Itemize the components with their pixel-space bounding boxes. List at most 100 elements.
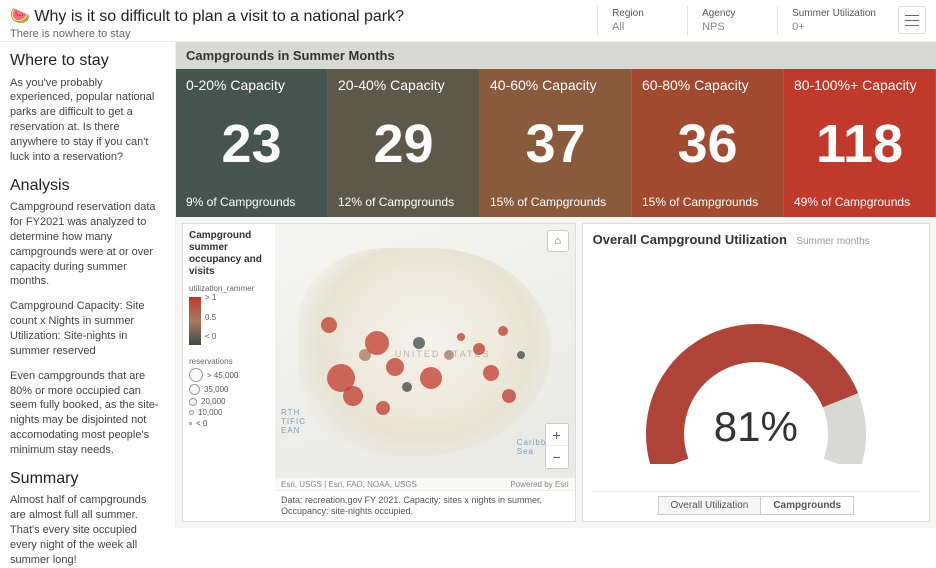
color-tick: 0.5 (205, 313, 216, 322)
capacity-tile[interactable]: 0-20% Capacity 23 9% of Campgrounds (176, 69, 328, 217)
body: Where to stay As you've probably experien… (0, 42, 936, 528)
map-point[interactable] (473, 343, 485, 355)
main-pane: Campgrounds in Summer Months 0-20% Capac… (176, 42, 936, 528)
header-bar: 🍉 Why is it so difficult to plan a visit… (0, 0, 936, 42)
gauge-title: Overall Campground Utilization (593, 232, 787, 247)
map-point[interactable] (365, 331, 389, 355)
gauge-tabs: Overall UtilizationCampgrounds (593, 491, 919, 521)
map-point[interactable] (502, 389, 516, 403)
size-tick: > 45,000 (207, 371, 238, 380)
title-block: 🍉 Why is it so difficult to plan a visit… (10, 6, 597, 40)
tile-count: 37 (490, 117, 621, 171)
color-tick: > 1 (205, 293, 216, 302)
bubble-icon (189, 368, 203, 382)
tile-share: 12% of Campgrounds (338, 195, 469, 209)
tile-count: 29 (338, 117, 469, 171)
size-legend-row: < 0 (189, 419, 269, 428)
color-legend: > 1 0.5 < 0 (189, 293, 269, 349)
filter-value: All (612, 21, 673, 33)
sidebar-paragraph: Almost half of campgrounds are almost fu… (10, 493, 165, 567)
zoom-in-button[interactable]: + (546, 424, 568, 446)
filter-agency[interactable]: Agency NPS (687, 6, 777, 35)
filter-label: Region (612, 8, 673, 19)
filter-utilization[interactable]: Summer Utilization 0+ (777, 6, 890, 35)
map-canvas[interactable]: UNITED STATES RTHTIFICEAN CaribbeanSea ⌂… (275, 224, 575, 521)
map-legend-title: Campground summer occupancy and visits (189, 230, 269, 278)
size-legend: > 45,000 35,000 20,000 10,000 < 0 (189, 368, 269, 428)
map-point[interactable] (321, 317, 337, 333)
map-point[interactable] (483, 365, 499, 381)
tile-share: 15% of Campgrounds (490, 195, 621, 209)
map-panel: Campground summer occupancy and visits u… (182, 223, 576, 522)
map-point[interactable] (413, 337, 425, 349)
map-point[interactable] (517, 351, 525, 359)
size-legend-row: 20,000 (189, 397, 269, 406)
zoom-out-button[interactable]: − (546, 446, 568, 468)
sidebar-heading: Summary (10, 468, 165, 490)
tiles-section-title: Campgrounds in Summer Months (176, 42, 936, 69)
tile-label: 20-40% Capacity (338, 77, 469, 93)
map-point[interactable] (498, 326, 508, 336)
size-tick: < 0 (196, 419, 207, 428)
map-point[interactable] (386, 358, 404, 376)
filter-bar: Region All Agency NPS Summer Utilization… (597, 6, 890, 35)
map-caption: Data: recreation.gov FY 2021. Capacity: … (275, 490, 575, 522)
color-gradient-icon (189, 297, 201, 345)
filter-label: Agency (702, 8, 763, 19)
filter-region[interactable]: Region All (597, 6, 687, 35)
map-point[interactable] (376, 401, 390, 415)
sidebar-paragraph: Even campgrounds that are 80% or more oc… (10, 369, 165, 458)
gauge-tab[interactable]: Overall Utilization (658, 496, 761, 515)
capacity-tile[interactable]: 20-40% Capacity 29 12% of Campgrounds (328, 69, 480, 217)
tile-label: 0-20% Capacity (186, 77, 317, 93)
map-home-button[interactable]: ⌂ (547, 230, 569, 252)
bubble-icon (189, 384, 200, 395)
tile-label: 40-60% Capacity (490, 77, 621, 93)
size-tick: 35,000 (204, 385, 228, 394)
map-legend: Campground summer occupancy and visits u… (183, 224, 275, 521)
size-legend-row: > 45,000 (189, 368, 269, 382)
gauge-header: Overall Campground Utilization Summer mo… (593, 232, 919, 247)
page-subtitle: There is nowhere to stay (10, 28, 597, 40)
gauge-panel: Overall Campground Utilization Summer mo… (582, 223, 930, 522)
color-tick: < 0 (205, 332, 216, 341)
bubble-icon (189, 410, 194, 415)
ocean-label: RTHTIFICEAN (281, 408, 306, 435)
gauge-value: 81% (593, 403, 919, 451)
size-tick: 20,000 (201, 397, 225, 406)
sidebar-heading: Where to stay (10, 50, 165, 72)
capacity-tile[interactable]: 40-60% Capacity 37 15% of Campgrounds (480, 69, 632, 217)
tile-share: 9% of Campgrounds (186, 195, 317, 209)
tile-count: 118 (794, 117, 925, 171)
tile-share: 49% of Campgrounds (794, 195, 925, 209)
capacity-tiles: 0-20% Capacity 23 9% of Campgrounds 20-40% … (176, 69, 936, 217)
page-title: 🍉 Why is it so difficult to plan a visit… (10, 6, 597, 26)
map-zoom-controls: + − (545, 423, 569, 469)
gauge-tab[interactable]: Campgrounds (760, 496, 854, 515)
map-point[interactable] (457, 333, 465, 341)
lower-row: Campground summer occupancy and visits u… (176, 217, 936, 528)
size-legend-row: 35,000 (189, 384, 269, 395)
tile-label: 80-100%+ Capacity (794, 77, 925, 93)
gauge-subtitle: Summer months (796, 236, 869, 247)
tile-share: 15% of Campgrounds (642, 195, 773, 209)
size-legend-row: 10,000 (189, 408, 269, 417)
capacity-tile[interactable]: 60-80% Capacity 36 15% of Campgrounds (632, 69, 784, 217)
sidebar-paragraph: As you've probably experienced, popular … (10, 76, 165, 165)
capacity-tile[interactable]: 80-100%+ Capacity 118 49% of Campgrounds (784, 69, 936, 217)
tile-count: 23 (186, 117, 317, 171)
map-point[interactable] (444, 350, 454, 360)
tile-count: 36 (642, 117, 773, 171)
sidebar-paragraph: Campground Capacity: Site count x Nights… (10, 299, 165, 358)
tile-label: 60-80% Capacity (642, 77, 773, 93)
gauge-chart: 81% (593, 247, 919, 491)
size-legend-field: reservations (189, 357, 269, 366)
attrib-left: Esri, USGS | Esri, FAO, NOAA, USGS (281, 480, 417, 489)
attrib-right: Powered by Esri (510, 480, 568, 489)
narrative-sidebar: Where to stay As you've probably experien… (0, 42, 176, 528)
bubble-icon (189, 398, 197, 406)
sidebar-paragraph: Campground reservation data for FY2021 w… (10, 200, 165, 289)
color-legend-field: utilization_rammer (189, 284, 269, 293)
bubble-icon (189, 422, 192, 425)
hamburger-menu-icon[interactable] (898, 6, 926, 34)
